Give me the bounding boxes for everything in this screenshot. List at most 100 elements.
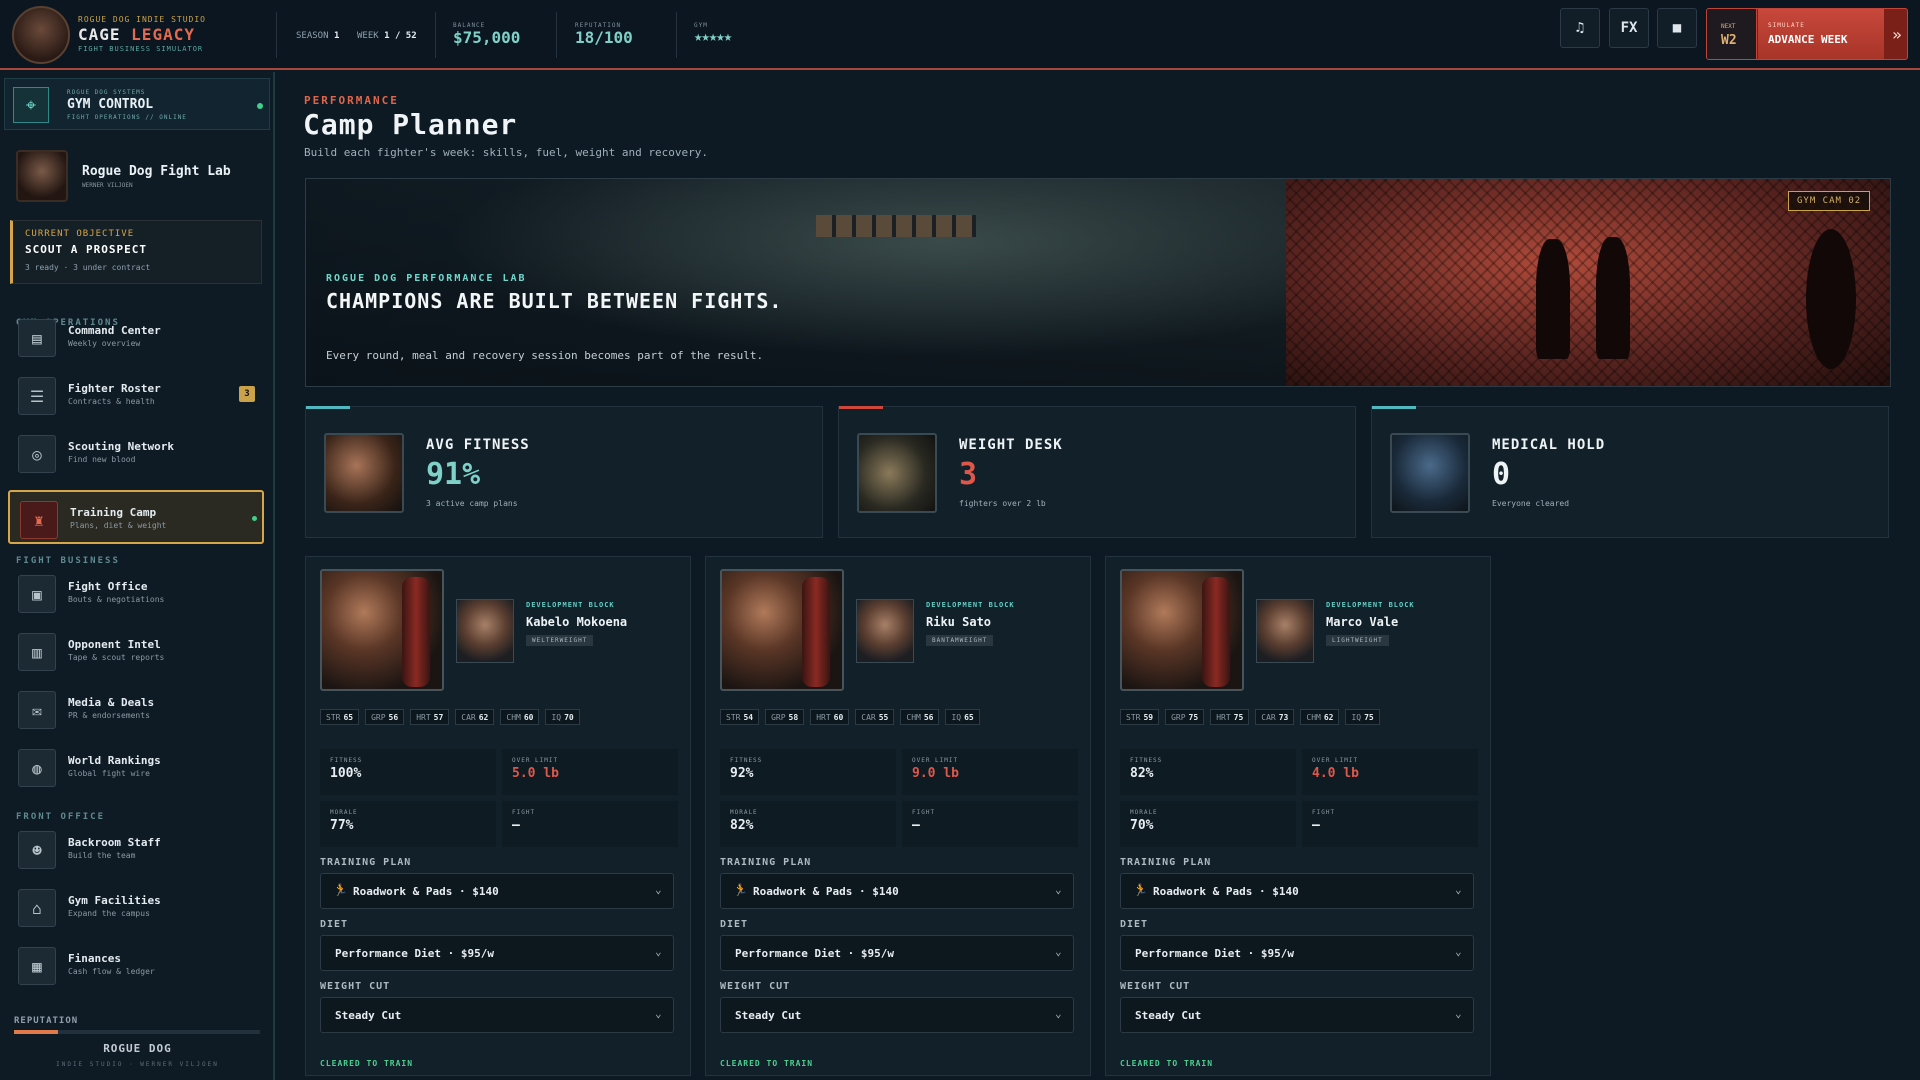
- attribute-row: STR 54 GRP 58 HRT 60 CAR 55 CHM 56 IQ 65: [720, 709, 1080, 725]
- runner-icon: 🏃: [333, 883, 348, 897]
- nav-label: Training Camp: [70, 506, 157, 519]
- objective-detail: 3 ready · 3 under contract: [25, 263, 151, 272]
- training-plan-select[interactable]: 🏃 Roadwork & Pads · $140 ⌄: [320, 873, 674, 909]
- training-icon: ♜: [20, 501, 58, 539]
- attribute-value: 65: [964, 712, 974, 722]
- attribute-chip: CHM 62: [1300, 709, 1340, 725]
- fighter-portrait[interactable]: [456, 599, 514, 663]
- fighter-portrait[interactable]: [856, 599, 914, 663]
- fighter-name: Riku Sato: [926, 615, 992, 629]
- attribute-chip: GRP 58: [765, 709, 805, 725]
- fighter-action-image: [1120, 569, 1244, 691]
- attribute-chip: HRT 60: [810, 709, 850, 725]
- attribute-value: 56: [923, 712, 934, 722]
- training-plan-select[interactable]: 🏃 Roadwork & Pads · $140 ⌄: [1120, 873, 1474, 909]
- divider: [676, 12, 677, 58]
- selected-value: Performance Diet · $95/w: [335, 947, 494, 960]
- reputation-value: 18/100: [575, 28, 633, 47]
- chevron-down-icon: ⌄: [1455, 945, 1462, 958]
- nav-gym-facilities[interactable]: ⌂ Gym Facilities Expand the campus: [8, 880, 264, 934]
- stat-label: AVG FITNESS: [426, 437, 530, 453]
- advance-week-button[interactable]: NEXT W2 SIMULATE ADVANCE WEEK »: [1706, 8, 1908, 60]
- attribute-label: CAR: [461, 712, 476, 722]
- nav-label: Backroom Staff: [68, 836, 161, 849]
- metric-value: 77%: [330, 818, 354, 833]
- nav-command-center[interactable]: ▤ Command Center Weekly overview: [8, 310, 264, 364]
- training-plan-select[interactable]: 🏃 Roadwork & Pads · $140 ⌄: [720, 873, 1074, 909]
- nav-sublabel: Contracts & health: [68, 397, 155, 406]
- attribute-chip: IQ 70: [545, 709, 580, 725]
- active-indicator-dot: [252, 516, 257, 521]
- radar-icon: ◎: [18, 435, 56, 473]
- nav-opponent-intel[interactable]: ▥ Opponent Intel Tape & scout reports: [8, 624, 264, 678]
- weight-cut-select[interactable]: Steady Cut ⌄: [1120, 997, 1474, 1033]
- stat-label: MEDICAL HOLD: [1492, 437, 1606, 453]
- nav-world-rankings[interactable]: ◍ World Rankings Global fight wire: [8, 740, 264, 794]
- week-indicator: WEEK 1 / 52: [357, 31, 417, 41]
- weight-cut-label: WEIGHT CUT: [1120, 981, 1191, 992]
- attribute-label: GRP: [371, 712, 386, 722]
- stat-card-image: [324, 433, 404, 513]
- attribute-chip: STR 59: [1120, 709, 1160, 725]
- attribute-chip: GRP 75: [1165, 709, 1205, 725]
- stat-card-image: [1390, 433, 1470, 513]
- nav-scouting-network[interactable]: ◎ Scouting Network Find new blood: [8, 426, 264, 480]
- attribute-label: CHM: [906, 712, 921, 722]
- over-limit-metric: OVER LIMIT 4.0 lb: [1302, 749, 1478, 795]
- stop-button[interactable]: ■: [1657, 8, 1697, 48]
- gym-control-panel[interactable]: ⌖ ROGUE DOG SYSTEMS GYM CONTROL FIGHT OP…: [4, 78, 270, 130]
- nav-backroom-staff[interactable]: ☻ Backroom Staff Build the team: [8, 822, 264, 876]
- attribute-value: 59: [1143, 712, 1154, 722]
- fighter-silhouette: [1536, 239, 1570, 359]
- section-heading: FIGHT BUSINESS: [16, 556, 120, 566]
- gym-profile[interactable]: Rogue Dog Fight Lab WERNER VILJOEN: [4, 150, 270, 204]
- card-accent: [306, 406, 350, 409]
- heavy-bag: [802, 577, 830, 687]
- metric-label: FITNESS: [730, 757, 763, 764]
- card-accent: [1372, 406, 1416, 409]
- attribute-value: 70: [564, 712, 574, 722]
- dossier-icon: ▥: [18, 633, 56, 671]
- weight-cut-select[interactable]: Steady Cut ⌄: [720, 997, 1074, 1033]
- nav-fighter-roster[interactable]: ☰ Fighter Roster Contracts & health 3: [8, 368, 264, 422]
- fight-metric: FIGHT —: [502, 801, 678, 847]
- weight-cut-select[interactable]: Steady Cut ⌄: [320, 997, 674, 1033]
- metric-value: 5.0 lb: [512, 766, 559, 781]
- nav-finances[interactable]: ▦ Finances Cash flow & ledger: [8, 938, 264, 992]
- nav-label: Gym Facilities: [68, 894, 161, 907]
- metric-value: 100%: [330, 766, 362, 781]
- nav-fight-office[interactable]: ▣ Fight Office Bouts & negotiations: [8, 566, 264, 620]
- chevron-down-icon: ⌄: [655, 945, 662, 958]
- nav-sublabel: Global fight wire: [68, 769, 150, 778]
- fx-toggle-button[interactable]: FX: [1609, 8, 1649, 48]
- current-objective[interactable]: CURRENT OBJECTIVE SCOUT A PROSPECT 3 rea…: [10, 220, 262, 284]
- attribute-value: 62: [1323, 712, 1334, 722]
- music-toggle-button[interactable]: ♫: [1560, 8, 1600, 48]
- nav-training-camp[interactable]: ♜ Training Camp Plans, diet & weight: [8, 490, 264, 544]
- roster-icon: ☰: [18, 377, 56, 415]
- attribute-label: HRT: [416, 712, 431, 722]
- page-title: Camp Planner: [303, 108, 518, 141]
- diet-select[interactable]: Performance Diet · $95/w ⌄: [1120, 935, 1474, 971]
- weight-class-badge: WELTERWEIGHT: [526, 635, 594, 646]
- attribute-chip: STR 65: [320, 709, 360, 725]
- heavy-bag: [402, 577, 430, 687]
- fighter-silhouette: [1596, 237, 1630, 359]
- reputation-bar-fill: [14, 1030, 59, 1034]
- nav-sublabel: Build the team: [68, 851, 136, 860]
- avg-fitness-card: AVG FITNESS 91% 3 active camp plans: [305, 406, 823, 538]
- diet-select[interactable]: Performance Diet · $95/w ⌄: [320, 935, 674, 971]
- attribute-chip: STR 54: [720, 709, 760, 725]
- nav-label: World Rankings: [68, 754, 161, 767]
- metric-label: MORALE: [1130, 809, 1158, 816]
- attribute-chip: IQ 65: [945, 709, 980, 725]
- metric-label: FITNESS: [1130, 757, 1163, 764]
- diet-select[interactable]: Performance Diet · $95/w ⌄: [720, 935, 1074, 971]
- chevron-down-icon: ⌄: [1055, 1007, 1062, 1020]
- nav-sublabel: Find new blood: [68, 455, 136, 464]
- nav-media-deals[interactable]: ✉ Media & Deals PR & endorsements: [8, 682, 264, 736]
- fighter-portrait[interactable]: [1256, 599, 1314, 663]
- attribute-label: CAR: [1261, 712, 1276, 722]
- metric-label: OVER LIMIT: [512, 757, 559, 764]
- studio-logo: [12, 6, 70, 64]
